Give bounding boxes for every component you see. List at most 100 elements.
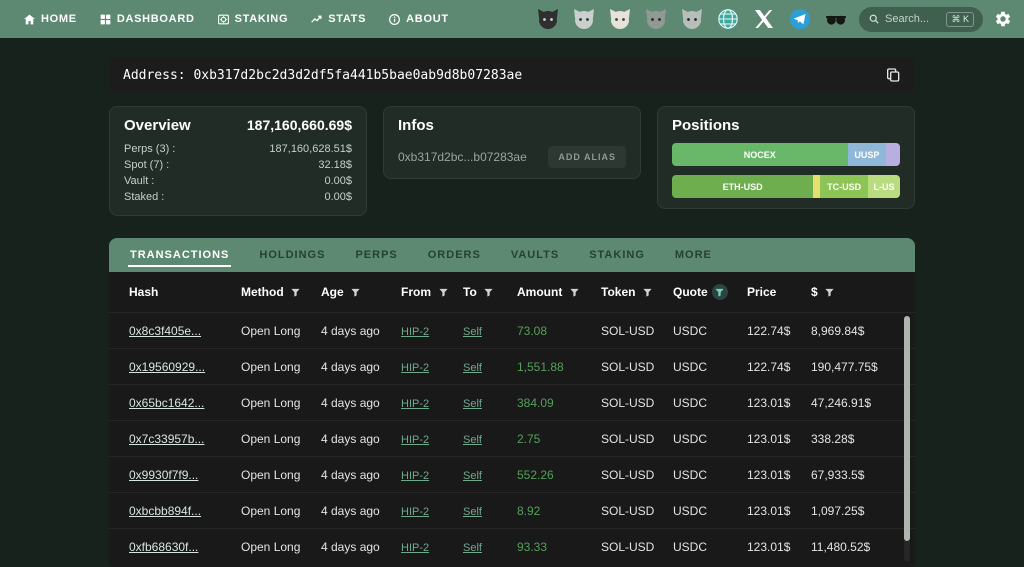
position-segment[interactable]: UUSP (847, 143, 887, 166)
main-content: Address: 0xb317d2bc2d3d2df5fa441b5bae0ab… (109, 58, 915, 567)
nav-item-label: ABOUT (406, 13, 449, 25)
to-link[interactable]: Self (463, 434, 482, 446)
overview-row-label: Vault : (124, 175, 155, 187)
table-row: 0x19560929... Open Long 4 days ago HIP-2 Sel… (109, 348, 915, 384)
overview-card: Overview 187,160,660.69$ Perps (3) : 187,… (109, 106, 367, 216)
hash-link[interactable]: 0xbcbb894f... (129, 504, 201, 518)
column-header-method: Method (241, 284, 321, 300)
tab-vaults[interactable]: VAULTS (496, 238, 574, 272)
search-input[interactable] (885, 13, 937, 25)
to-link[interactable]: Self (463, 470, 482, 482)
position-segment[interactable]: L-US (868, 175, 900, 198)
search-box[interactable]: ⌘ K (859, 6, 983, 32)
tab-staking[interactable]: STAKING (574, 238, 660, 272)
hash-link[interactable]: 0xfb68630f... (129, 540, 198, 554)
table-row: 0x65bc1642... Open Long 4 days ago HIP-2 Sel… (109, 384, 915, 420)
tab-holdings[interactable]: HOLDINGS (244, 238, 340, 272)
amount-cell: 73.08 (517, 323, 548, 338)
position-segment[interactable] (886, 143, 900, 166)
mascot-1-icon[interactable] (535, 7, 560, 32)
age-cell: 4 days ago (321, 359, 380, 374)
scrollbar-thumb[interactable] (904, 316, 910, 542)
age-filter-icon[interactable] (348, 284, 364, 300)
position-segment[interactable] (813, 175, 821, 198)
infos-card: Infos 0xb317d2bc...b07283ae ADD ALIAS (383, 106, 641, 179)
x-icon[interactable] (751, 7, 776, 32)
quote-cell: USDC (673, 395, 708, 410)
column-label: To (463, 285, 477, 299)
to-link[interactable]: Self (463, 542, 482, 554)
nav-item-label: DASHBOARD (116, 13, 195, 25)
position-segment[interactable]: TC-USD (820, 175, 869, 198)
add-alias-button[interactable]: ADD ALIAS (548, 146, 626, 168)
column-label: Token (601, 285, 636, 299)
from-link[interactable]: HIP-2 (401, 398, 429, 410)
amount-cell: 1,551.88 (517, 359, 564, 374)
column-header-token: Token (601, 284, 673, 300)
nav-item-dashboard[interactable]: DASHBOARD (88, 0, 206, 38)
price-cell: 123.01$ (747, 503, 791, 518)
from-link[interactable]: HIP-2 (401, 362, 429, 374)
table-body: 0x8c3f405e... Open Long 4 days ago HIP-2 Sel… (109, 312, 915, 564)
mascot-2-icon[interactable] (571, 7, 596, 32)
from-link[interactable]: HIP-2 (401, 542, 429, 554)
price-cell: 123.01$ (747, 431, 791, 446)
column-label: Quote (673, 285, 708, 299)
from-link[interactable]: HIP-2 (401, 506, 429, 518)
settings-gear-icon[interactable] (994, 10, 1012, 28)
token-filter-icon[interactable] (639, 284, 655, 300)
overview-title: Overview (124, 117, 191, 134)
from-filter-icon[interactable] (435, 284, 451, 300)
overview-row-value: 0.00$ (324, 175, 352, 187)
mascot-3-icon[interactable] (607, 7, 632, 32)
usd-cell: 190,477.75$ (811, 359, 878, 374)
usd-filter-icon[interactable] (822, 284, 838, 300)
tab-more[interactable]: MORE (660, 238, 727, 272)
quote-filter-icon[interactable] (711, 284, 728, 300)
tab-orders[interactable]: ORDERS (413, 238, 496, 272)
telegram-icon[interactable] (787, 7, 812, 32)
to-link[interactable]: Self (463, 506, 482, 518)
glasses-icon[interactable] (823, 7, 848, 32)
column-label: Age (321, 285, 344, 299)
overview-row-label: Spot (7) : (124, 159, 170, 171)
position-segment[interactable]: NOCEX (672, 143, 848, 166)
from-link[interactable]: HIP-2 (401, 470, 429, 482)
method-cell: Open Long (241, 359, 301, 374)
to-filter-icon[interactable] (481, 284, 497, 300)
search-icon (869, 14, 879, 24)
age-cell: 4 days ago (321, 431, 380, 446)
to-link[interactable]: Self (463, 362, 482, 374)
from-link[interactable]: HIP-2 (401, 326, 429, 338)
column-label: $ (811, 285, 818, 299)
nav-item-about[interactable]: ABOUT (377, 0, 460, 38)
hash-link[interactable]: 0x8c3f405e... (129, 324, 201, 338)
hash-link[interactable]: 0x9930f7f9... (129, 468, 198, 482)
tabs-bar: TRANSACTIONS HOLDINGS PERPS ORDERS VAULTS STA… (109, 238, 915, 272)
hash-link[interactable]: 0x7c33957b... (129, 432, 204, 446)
mascot-5-icon[interactable] (679, 7, 704, 32)
amount-filter-icon[interactable] (566, 284, 582, 300)
nav-item-label: HOME (41, 13, 77, 25)
from-link[interactable]: HIP-2 (401, 434, 429, 446)
to-link[interactable]: Self (463, 326, 482, 338)
copy-address-button[interactable] (885, 67, 901, 83)
overview-row-label: Perps (3) : (124, 143, 176, 155)
column-header-to: To (463, 284, 517, 300)
method-filter-icon[interactable] (288, 284, 304, 300)
to-link[interactable]: Self (463, 398, 482, 410)
overview-rows: Perps (3) : 187,160,628.51$ Spot (7) : 32.1… (124, 141, 352, 205)
address-bar: Address: 0xb317d2bc2d3d2df5fa441b5bae0ab… (109, 58, 915, 92)
overview-row: Staked : 0.00$ (124, 189, 352, 205)
tab-transactions[interactable]: TRANSACTIONS (115, 238, 244, 272)
mascot-4-icon[interactable] (643, 7, 668, 32)
nav-item-home[interactable]: HOME (12, 0, 88, 38)
tab-perps[interactable]: PERPS (340, 238, 412, 272)
nav-item-stats[interactable]: STATS (299, 0, 377, 38)
hash-link[interactable]: 0x65bc1642... (129, 396, 204, 410)
nav-item-staking[interactable]: STAKING (206, 0, 300, 38)
hash-link[interactable]: 0x19560929... (129, 360, 205, 374)
position-segment[interactable]: ETH-USD (672, 175, 814, 198)
globe-icon[interactable] (715, 7, 740, 32)
overview-row-value: 0.00$ (324, 191, 352, 203)
